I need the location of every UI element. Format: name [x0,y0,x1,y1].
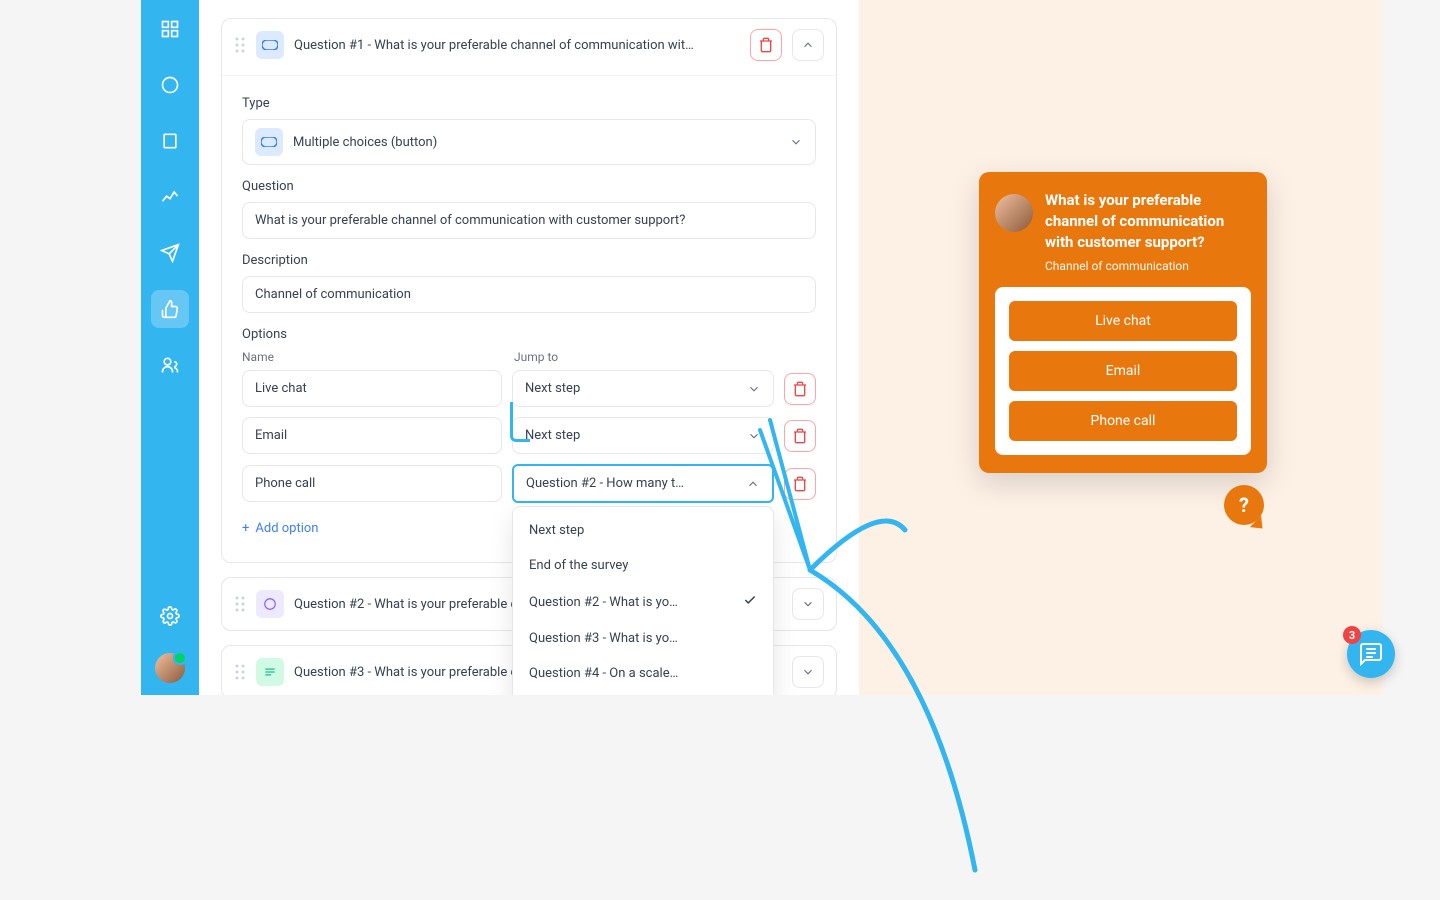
agent-avatar [995,194,1033,232]
nav-book[interactable] [151,122,189,160]
option-row: Next step [242,417,816,454]
question-type-icon [256,31,284,59]
delete-question-button[interactable] [750,29,782,61]
option-name-input[interactable] [242,370,502,407]
dropdown-item[interactable]: Question #2 - What is yo… [513,583,773,621]
chat-fab[interactable]: 3 [1347,630,1395,678]
nav-thumbs-up[interactable] [151,290,189,328]
dropdown-item[interactable]: Next step [513,513,773,548]
jump-select-open[interactable]: Question #2 - How many t… [512,464,774,503]
type-value: Multiple choices (button) [293,135,779,150]
jump-dropdown: Next step End of the survey Question #2 … [512,506,774,695]
question-header: Question #1 - What is your preferable ch… [222,19,836,71]
help-button[interactable]: ? [1224,485,1264,525]
option-row: Next step [242,370,816,407]
description-label: Description [242,253,816,268]
nav-analytics[interactable] [151,178,189,216]
nav-settings[interactable] [151,597,189,635]
option-row: Question #2 - How many t… Next step End … [242,464,816,503]
sidebar [141,0,199,695]
description-input[interactable] [242,276,816,313]
preview-question: What is your preferable channel of commu… [1045,190,1251,253]
chevron-down-icon [747,382,761,396]
drag-handle-icon[interactable] [234,663,246,681]
drag-handle-icon[interactable] [234,36,246,54]
option-name-input[interactable] [242,465,502,502]
user-avatar[interactable] [155,653,185,683]
chevron-down-icon [789,135,803,149]
jump-select[interactable]: Next step [512,370,774,407]
preview-option-button[interactable]: Email [1009,351,1237,391]
chevron-up-icon [746,477,760,491]
question-type-icon [256,590,284,618]
check-icon [743,593,757,611]
delete-option-button[interactable] [784,468,816,500]
type-badge-icon [255,128,283,156]
dropdown-item[interactable]: Question #3 - What is yo… [513,621,773,656]
chat-icon [1359,642,1383,666]
preview-description: Channel of communication [1045,259,1251,273]
type-select[interactable]: Multiple choices (button) [242,119,816,165]
survey-preview-widget: What is your preferable channel of commu… [979,172,1267,473]
question-card-1: Question #1 - What is your preferable ch… [221,18,837,563]
question-label: Question [242,179,816,194]
nav-dashboard[interactable] [151,10,189,48]
question-body: Type Multiple choices (button) Question … [222,75,836,562]
collapse-button[interactable] [792,29,824,61]
delete-option-button[interactable] [784,420,816,452]
delete-option-button[interactable] [784,373,816,405]
preview-options: Live chat Email Phone call [995,287,1251,455]
drag-handle-icon[interactable] [234,595,246,613]
options-label: Options [242,327,816,342]
chevron-down-icon [747,429,761,443]
name-column-label: Name [242,350,502,364]
preview-option-button[interactable]: Live chat [1009,301,1237,341]
jump-select[interactable]: Next step [512,417,774,454]
option-name-input[interactable] [242,417,502,454]
dropdown-item[interactable]: Question #5 - How satisf… [513,691,773,695]
jump-column-label: Jump to [514,350,772,364]
survey-editor: Question #1 - What is your preferable ch… [199,0,859,695]
preview-panel: What is your preferable channel of commu… [859,0,1383,695]
preview-option-button[interactable]: Phone call [1009,401,1237,441]
option-columns: Name Jump to [242,350,816,370]
nav-chat[interactable] [151,66,189,104]
question-input[interactable] [242,202,816,239]
expand-button[interactable] [792,656,824,688]
question-title: Question #1 - What is your preferable ch… [294,38,740,53]
dropdown-item[interactable]: End of the survey [513,548,773,583]
expand-button[interactable] [792,588,824,620]
dropdown-item[interactable]: Question #4 - On a scale… [513,656,773,691]
plus-icon: + [242,521,249,536]
nav-send[interactable] [151,234,189,272]
type-label: Type [242,96,816,111]
nav-team[interactable] [151,346,189,384]
chat-badge: 3 [1343,626,1361,644]
question-type-icon [256,658,284,686]
